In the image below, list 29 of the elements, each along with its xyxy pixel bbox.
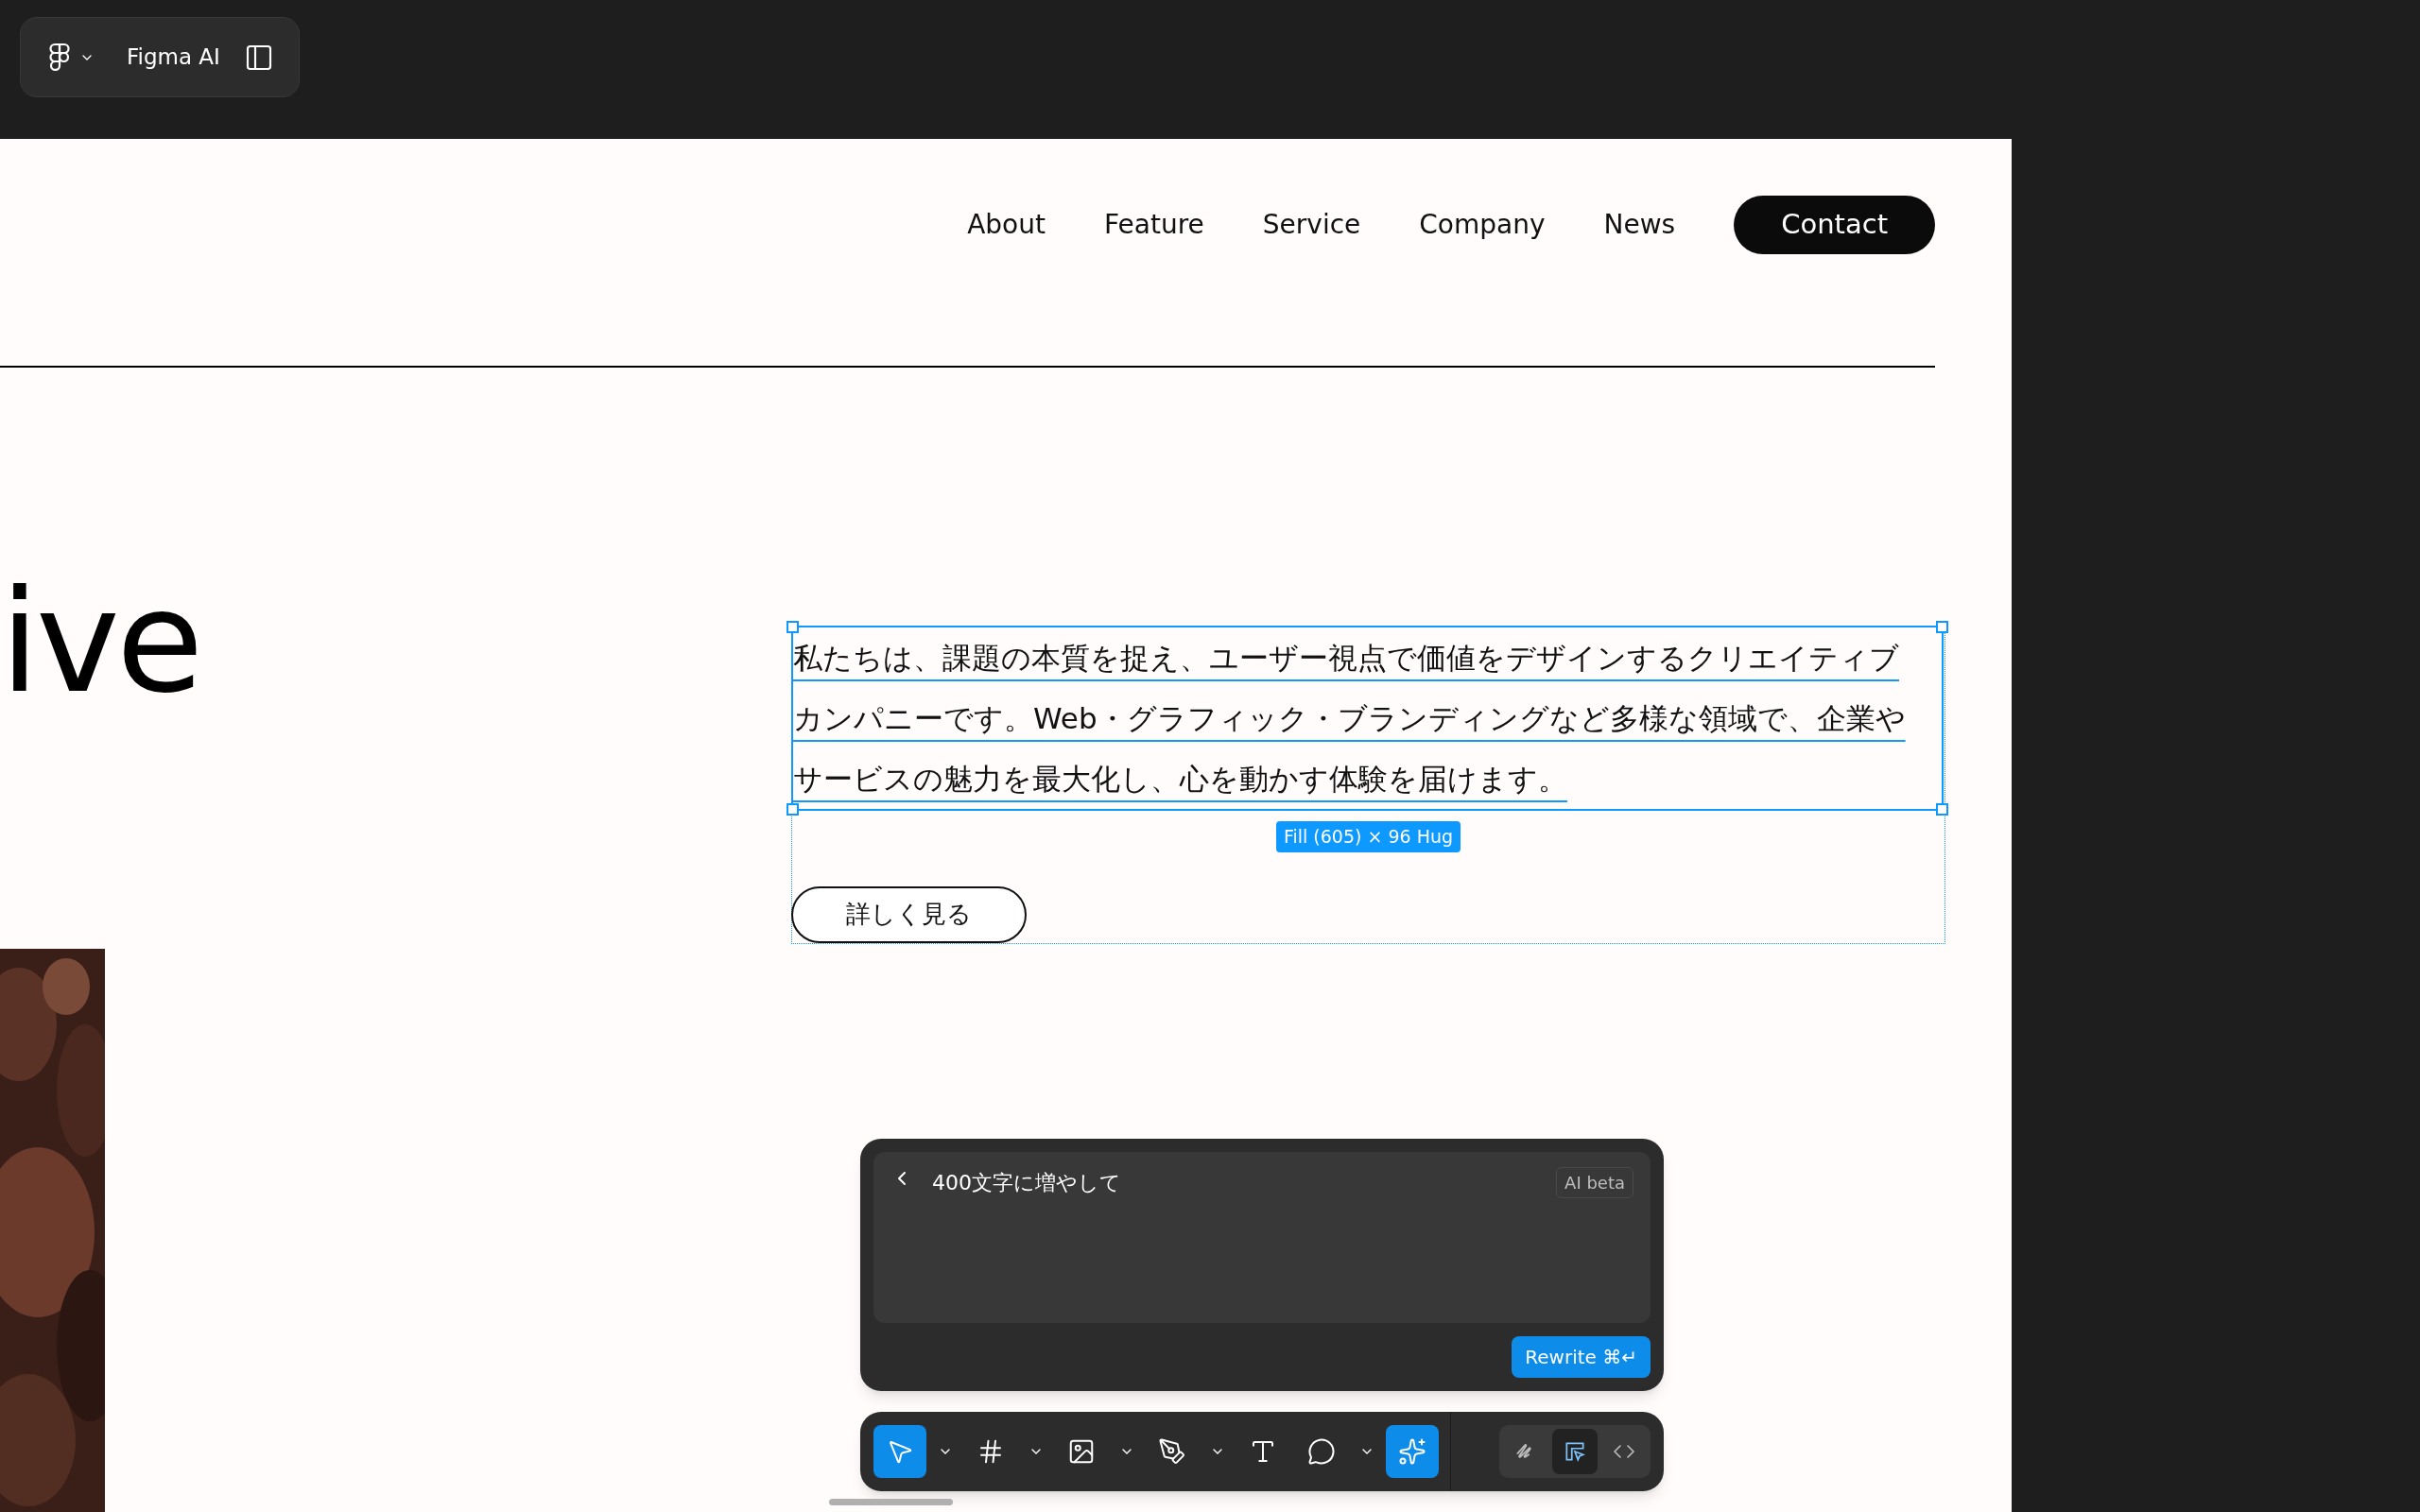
contact-button[interactable]: Contact bbox=[1734, 196, 1935, 254]
prompt-field[interactable]: 400文字に増やして AI beta bbox=[873, 1152, 1651, 1323]
resize-handle[interactable] bbox=[1936, 621, 1948, 633]
size-label: Fill (605) × 96 Hug bbox=[1275, 821, 1461, 852]
body-text: 私たちは、課題の本質を捉え、ユーザー視点で価値をデザインするクリエイティブ カンパニーです。Web・グラフィック・ブランディングなど多様な領域で、企業や サービスの魅力を最大化し、心を動かす体験を届けます。 bbox=[793, 640, 1907, 798]
hero-heading: ive bbox=[0, 571, 201, 713]
rewrite-button[interactable]: Rewrite ⌘↵ bbox=[1512, 1336, 1651, 1378]
more-button[interactable]: 詳しく見る bbox=[791, 885, 1027, 943]
image-icon bbox=[1067, 1437, 1096, 1466]
nav-link[interactable]: Service bbox=[1262, 205, 1361, 245]
beta-tag: AI beta bbox=[1556, 1167, 1634, 1198]
tool-button[interactable] bbox=[1386, 1425, 1439, 1478]
tool-button[interactable] bbox=[873, 1425, 926, 1478]
file-title: Figma AI bbox=[127, 43, 220, 72]
resize-handle[interactable] bbox=[786, 803, 799, 816]
nav-link[interactable]: About bbox=[967, 205, 1046, 245]
comment-icon bbox=[1307, 1437, 1336, 1466]
prompt-text: 400文字に増やして bbox=[932, 1170, 1121, 1196]
figma-logo-icon bbox=[49, 42, 70, 73]
ruler-cursor-icon bbox=[1563, 1439, 1587, 1464]
resize-handle[interactable] bbox=[1936, 803, 1948, 816]
pen-icon bbox=[1158, 1437, 1186, 1466]
nav-link[interactable]: Feature bbox=[1104, 205, 1204, 245]
nav-link[interactable]: News bbox=[1603, 205, 1676, 245]
mode-button[interactable] bbox=[1552, 1429, 1598, 1474]
resize-handle[interactable] bbox=[786, 621, 799, 633]
sparkles-icon bbox=[1398, 1437, 1426, 1466]
scrollbar[interactable] bbox=[829, 1499, 953, 1505]
nav-link[interactable]: Company bbox=[1419, 205, 1546, 245]
